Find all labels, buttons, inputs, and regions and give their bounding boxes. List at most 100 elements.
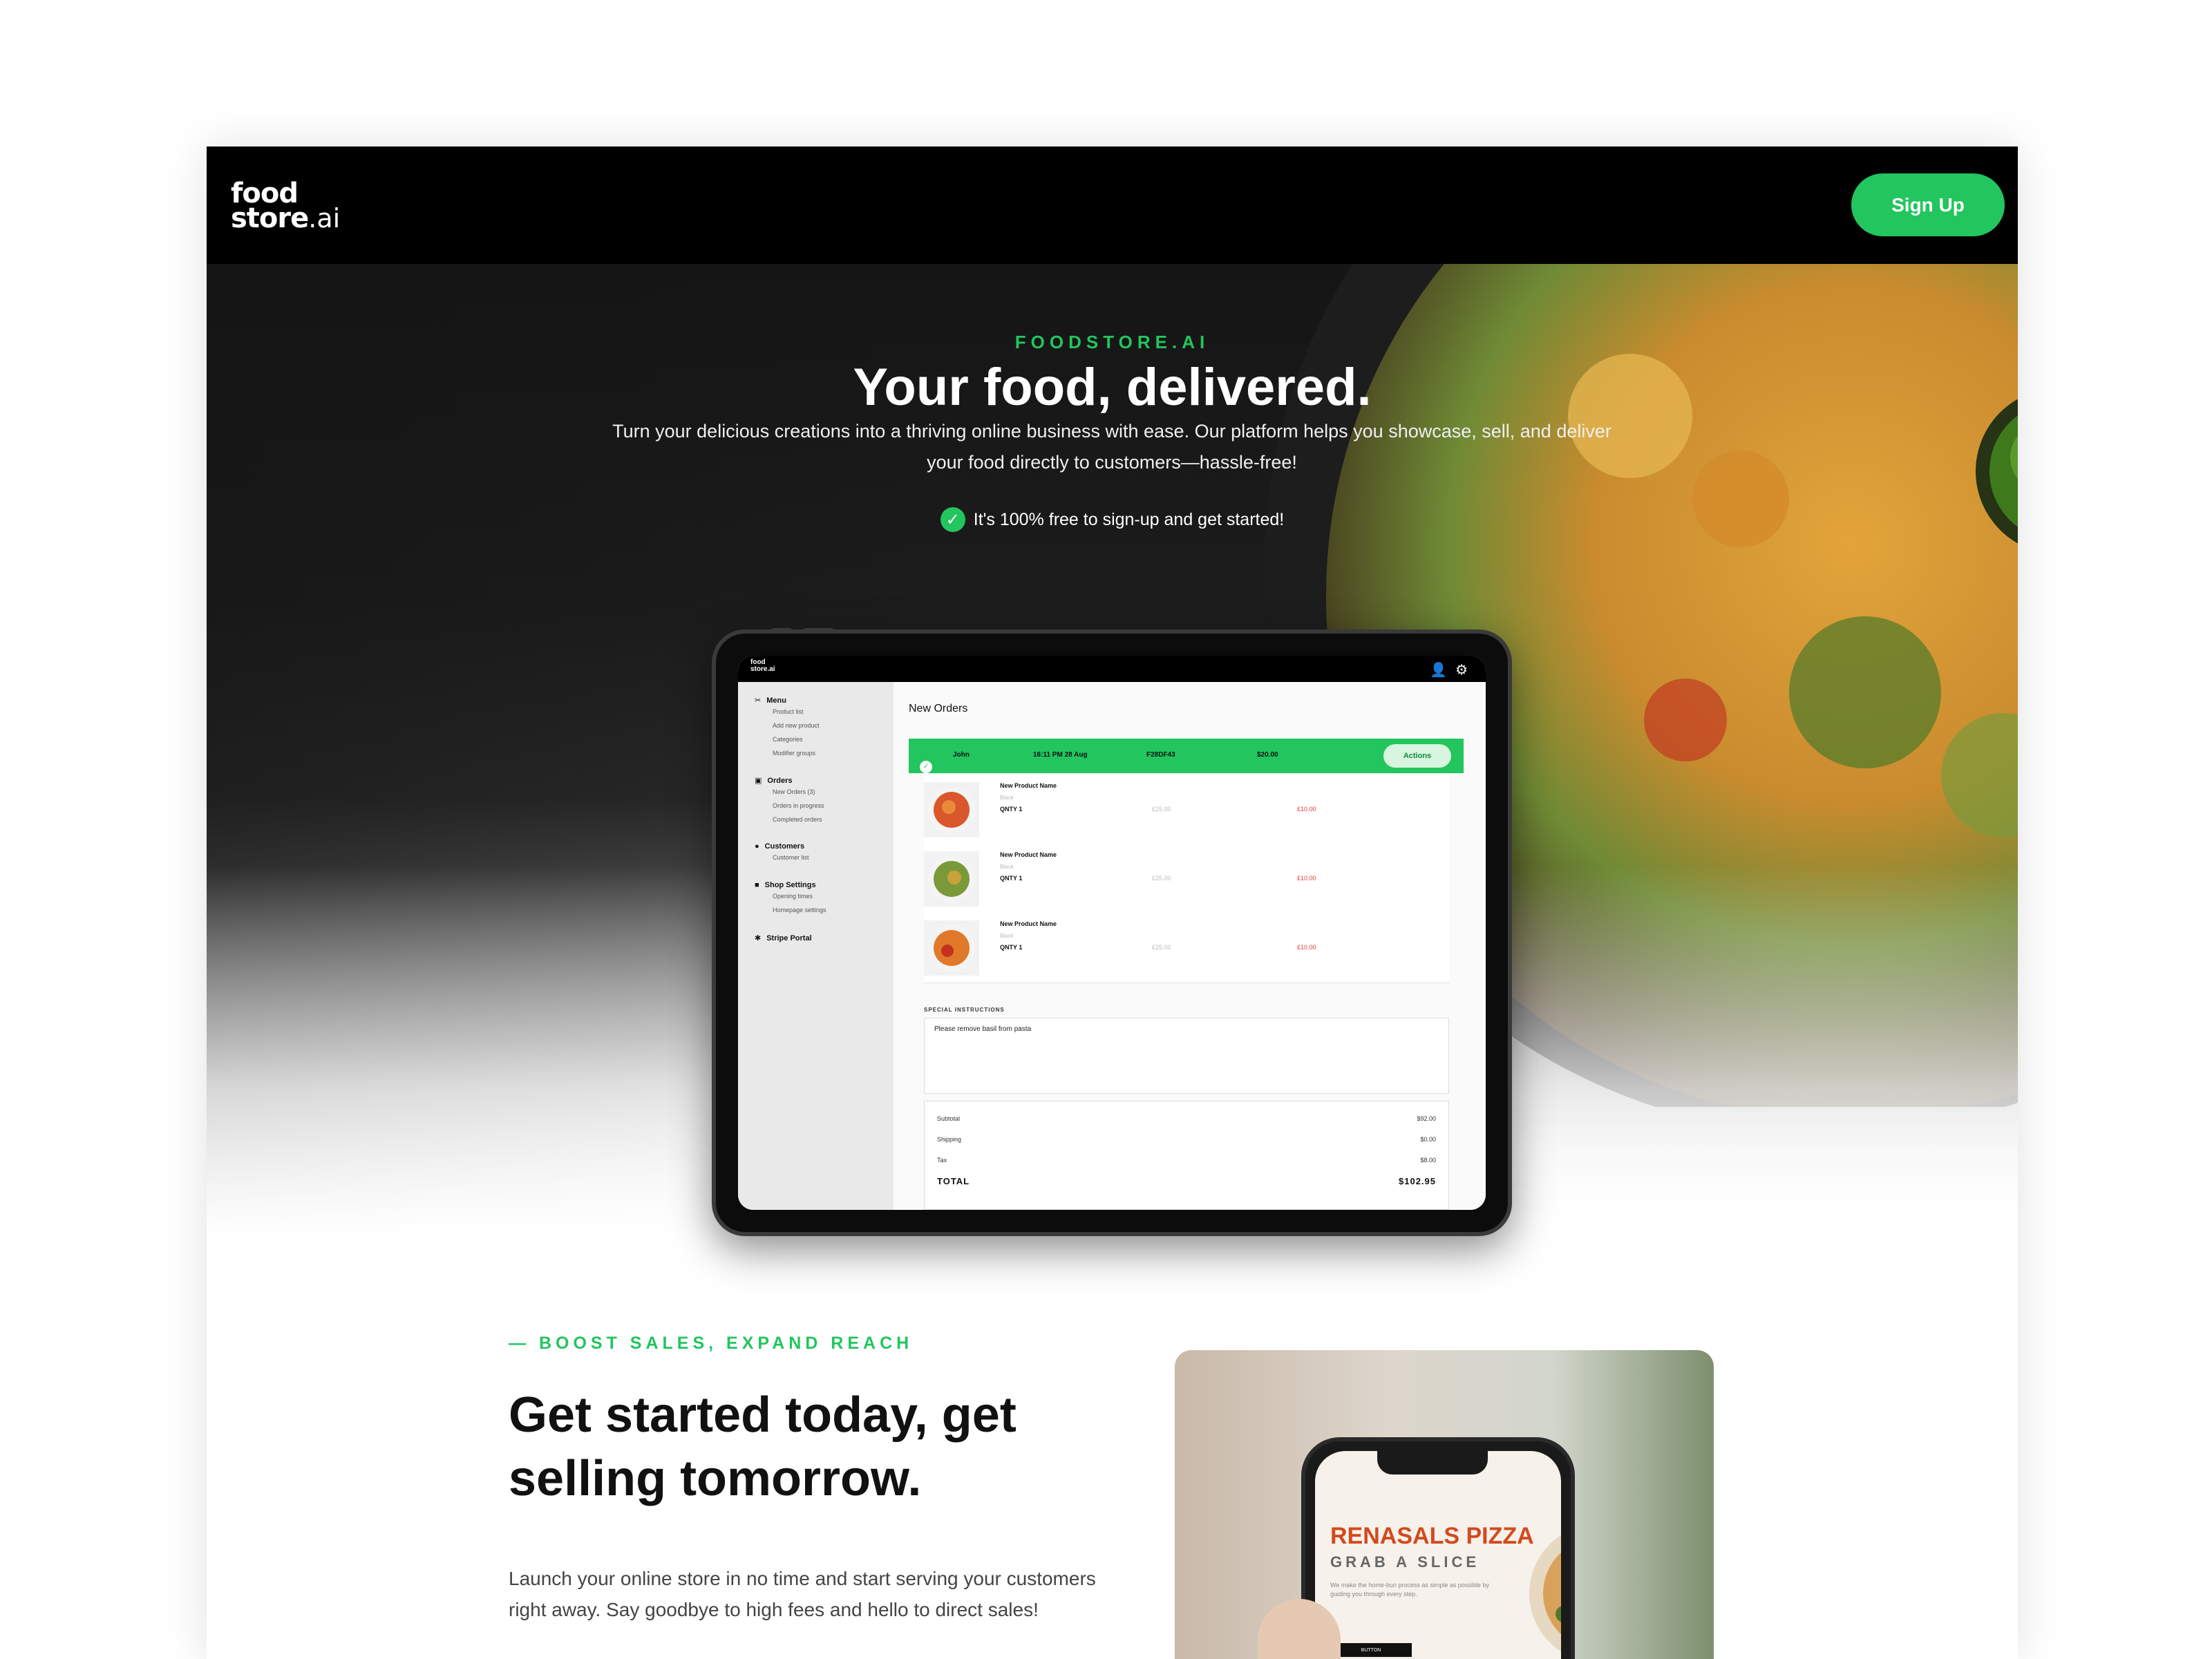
phone-photo: RENASALS PIZZA GRAB A SLICE We make the … (1175, 1350, 1714, 1659)
section2-eyebrow: — BOOST SALES, EXPAND REACH (509, 1334, 914, 1353)
dish-image (924, 782, 979, 837)
sidebar-group-menu: ✂ Menu Product list Add new product Categ… (755, 696, 820, 760)
phone-screen: RENASALS PIZZA GRAB A SLICE We make the … (1315, 1451, 1561, 1659)
dashboard-main: New Orders ✓ John 16:11 PM 28 Aug F28DF4… (894, 682, 1486, 1210)
dish-image (924, 920, 979, 976)
signup-button[interactable]: Sign Up (1851, 173, 2005, 236)
dish-image (924, 851, 979, 907)
dashboard-sidebar: ✂ Menu Product list Add new product Categ… (738, 682, 894, 1210)
tablet-button (771, 628, 792, 632)
special-instructions-label: SPECIAL INSTRUCTIONS (924, 1007, 1005, 1013)
pizza-text: We make the home-bun process as simple a… (1330, 1582, 1489, 1598)
total-value: $102.95 (1399, 1176, 1436, 1186)
item-quantity: QNTY 1 (1000, 806, 1023, 813)
sidebar-item[interactable]: Customer list (773, 851, 809, 864)
sidebar-group-customers: ● Customers Customer list (755, 842, 809, 864)
cog-icon: ✱ (755, 934, 762, 942)
order-id: F28DF43 (1146, 751, 1175, 759)
free-note: ✓ It's 100% free to sign-up and get star… (207, 507, 2018, 532)
special-instructions-field[interactable]: Please remove basil from pasta (924, 1018, 1449, 1094)
sidebar-item[interactable]: Product list (773, 705, 820, 719)
logo-suffix: .ai (308, 203, 341, 234)
store-icon: ■ (755, 881, 759, 889)
item-total: £10.00 (1297, 875, 1316, 882)
special-instructions-text: Please remove basil from pasta (934, 1025, 1032, 1033)
user-icon[interactable]: 👤 (1430, 663, 1455, 678)
dashboard-logo-line-2: store.ai (750, 665, 775, 673)
hero-title: Your food, delivered. (853, 358, 1372, 417)
sidebar-heading[interactable]: Stripe Portal (766, 934, 811, 942)
dashboard-logo[interactable]: food store.ai (750, 659, 775, 673)
hero-subtitle: Turn your delicious creations into a thr… (612, 421, 1611, 473)
dashboard-screen: food store.ai 👤⚙ ✂ Menu Product list Add … (738, 656, 1486, 1210)
sidebar-group-stripe: ✱ Stripe Portal (755, 933, 812, 943)
users-icon: ● (755, 842, 759, 851)
section2-title: Get started today, get selling tomorrow. (509, 1387, 1017, 1506)
dashboard-top-icons: 👤⚙ (1430, 661, 1476, 679)
hero-eyebrow: FOODSTORE.AI (1014, 332, 1210, 352)
actions-button[interactable]: Actions (1383, 744, 1451, 768)
sidebar-group-shop-settings: ■ Shop Settings Opening times Homepage se… (755, 881, 826, 917)
totals-value: $92.00 (1417, 1115, 1436, 1122)
item-total: £10.00 (1297, 944, 1316, 951)
sidebar-group-orders: ▣ Orders New Orders (3) Orders in progres… (755, 776, 824, 826)
totals-row: Tax $8.00 (937, 1157, 1436, 1164)
section2-text: Launch your online store in no time and … (509, 1568, 1096, 1620)
totals-value: $0.00 (1420, 1136, 1436, 1143)
item-total: £10.00 (1297, 806, 1316, 813)
sidebar-item[interactable]: Categories (773, 732, 820, 746)
sidebar-heading[interactable]: Customers (765, 842, 804, 851)
phone-mockup: RENASALS PIZZA GRAB A SLICE We make the … (1301, 1437, 1575, 1659)
foodstore-logo[interactable]: food store.ai (231, 180, 341, 236)
grand-total-row: TOTAL $102.95 (937, 1176, 1436, 1186)
utensils-icon: ✂ (755, 696, 762, 705)
totals-label: Tax (937, 1157, 947, 1164)
pizza-title: RENASALS PIZZA (1330, 1523, 1534, 1549)
top-navbar: food store.ai Sign Up (207, 146, 2018, 264)
order-time: 16:11 PM 28 Aug (1033, 751, 1088, 759)
pizza-image (1529, 1535, 1561, 1652)
order-totals: Subtotal $92.00 Shipping $0.00 Tax $8.00… (924, 1101, 1449, 1210)
order-header-row[interactable]: ✓ John 16:11 PM 28 Aug F28DF43 $20.00 Ac… (909, 739, 1464, 773)
free-note-text: It's 100% free to sign-up and get starte… (973, 509, 1285, 529)
pizza-button[interactable]: BUTTON (1330, 1643, 1412, 1657)
tablet-button (803, 628, 833, 632)
sidebar-item[interactable]: Modifier groups (773, 746, 820, 760)
totals-row: Subtotal $92.00 (937, 1115, 1436, 1122)
item-quantity: QNTY 1 (1000, 944, 1023, 951)
item-variant: Black (1000, 864, 1014, 870)
item-variant: Black (1000, 795, 1014, 801)
sidebar-item[interactable]: Opening times (773, 889, 826, 903)
item-name: New Product Name (1000, 920, 1057, 927)
gear-icon[interactable]: ⚙ (1455, 663, 1476, 678)
page-frame: food store.ai Sign Up FOODSTORE.AI Your … (207, 146, 2018, 1659)
item-price: £25.00 (1152, 944, 1171, 951)
order-item-row: New Product Name Black QNTY 1 £25.00 £10… (924, 844, 1449, 914)
sidebar-item[interactable]: New Orders (3) (773, 785, 824, 799)
totals-value: $8.00 (1420, 1157, 1436, 1164)
sidebar-heading[interactable]: Menu (766, 696, 786, 705)
order-customer: John (953, 751, 970, 759)
dashboard-topbar: food store.ai 👤⚙ (738, 656, 1486, 682)
logo-line-2: store (231, 202, 309, 234)
item-quantity: QNTY 1 (1000, 875, 1023, 882)
totals-label: Subtotal (937, 1115, 961, 1122)
item-price: £25.00 (1152, 806, 1171, 813)
sidebar-item[interactable]: Homepage settings (773, 903, 826, 917)
sidebar-item[interactable]: Orders in progress (773, 799, 824, 813)
order-item-row: New Product Name Black QNTY 1 £25.00 £10… (924, 775, 1449, 845)
order-amount: $20.00 (1257, 751, 1278, 759)
order-item-row: New Product Name Black QNTY 1 £25.00 £10… (924, 913, 1449, 983)
sidebar-heading[interactable]: Shop Settings (765, 881, 816, 889)
inbox-icon: ▣ (755, 777, 762, 785)
pizza-subtitle: GRAB A SLICE (1330, 1553, 1480, 1571)
check-icon: ✓ (940, 507, 965, 532)
sidebar-item[interactable]: Add new product (773, 719, 820, 732)
sidebar-heading[interactable]: Orders (767, 777, 792, 785)
phone-notch (1377, 1451, 1488, 1475)
item-price: £25.00 (1152, 875, 1171, 882)
total-label: TOTAL (937, 1176, 970, 1186)
sidebar-item[interactable]: Completed orders (773, 813, 824, 826)
item-name: New Product Name (1000, 851, 1057, 858)
totals-label: Shipping (937, 1136, 962, 1143)
